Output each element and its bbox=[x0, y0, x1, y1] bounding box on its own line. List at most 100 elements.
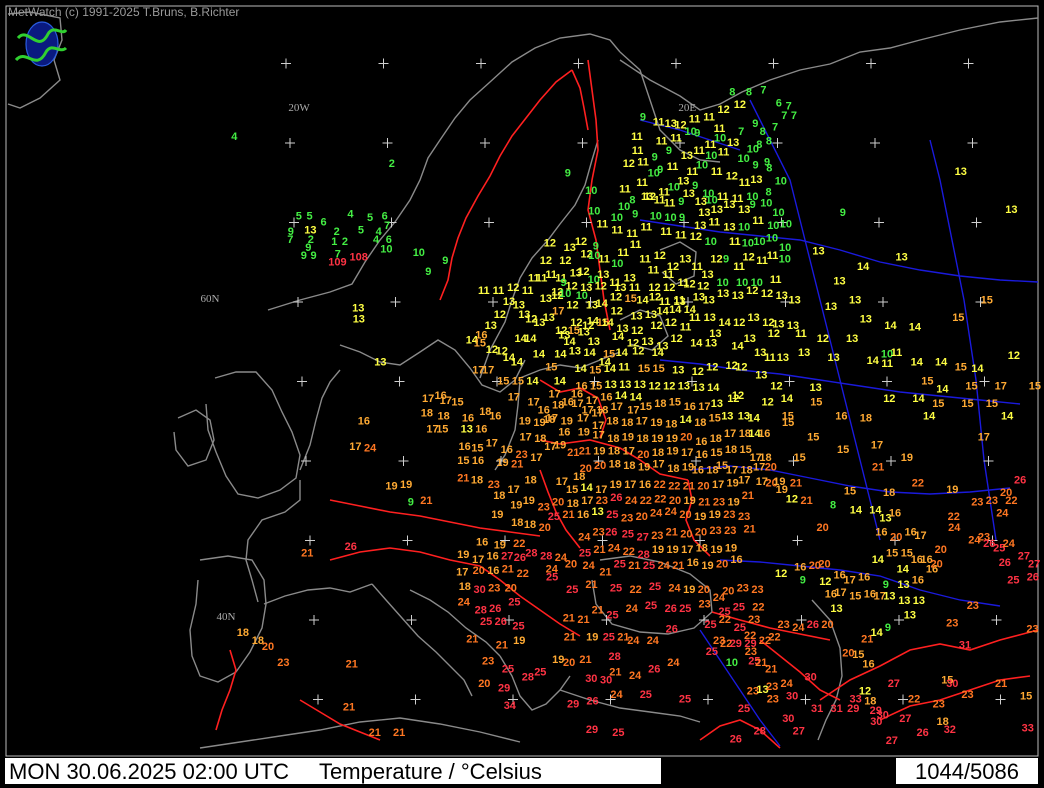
station-temp: 13 bbox=[825, 301, 837, 313]
station-temp: 10 bbox=[611, 212, 623, 224]
station-temp: 11 bbox=[770, 274, 782, 286]
station-temp: 20 bbox=[931, 559, 943, 571]
station-temp: 27 bbox=[1028, 559, 1040, 571]
station-temp: 12 bbox=[817, 333, 829, 345]
station-temp: 8 bbox=[629, 194, 635, 206]
station-temp: 10 bbox=[760, 198, 772, 210]
station-temp: 13 bbox=[619, 379, 631, 391]
station-temp: 27 bbox=[637, 532, 649, 544]
station-temp: 15 bbox=[474, 338, 486, 350]
station-temp: 12 bbox=[706, 361, 718, 373]
station-temp: 30 bbox=[585, 673, 597, 685]
station-temp: 13 bbox=[830, 603, 842, 615]
station-temp: 17 bbox=[440, 395, 452, 407]
station-temp: 16 bbox=[577, 509, 589, 521]
station-temp: 11 bbox=[711, 166, 723, 178]
station-temp: 23 bbox=[621, 512, 633, 524]
station-temp: 17 bbox=[995, 380, 1007, 392]
station-temp: 17 bbox=[582, 404, 594, 416]
station-temp: 24 bbox=[792, 622, 805, 634]
station-temp: 13 bbox=[694, 220, 706, 232]
station-temp: 14 bbox=[909, 322, 922, 334]
station-temp: 15 bbox=[653, 363, 665, 375]
station-temp: 29 bbox=[498, 683, 510, 695]
station-temp: 14 bbox=[554, 349, 567, 361]
station-temp: 11 bbox=[637, 156, 649, 168]
station-temp: 21 bbox=[577, 614, 589, 626]
station-temp: 13 bbox=[721, 411, 733, 423]
station-temp: 9 bbox=[885, 622, 891, 634]
station-temp: 11 bbox=[693, 145, 705, 157]
station-temp: 18 bbox=[609, 458, 621, 470]
station-temp: 10 bbox=[717, 277, 729, 289]
station-temp: 16 bbox=[639, 479, 651, 491]
station-temp: 5 bbox=[358, 225, 364, 237]
station-temp: 23 bbox=[961, 689, 973, 701]
station-temp: 13 bbox=[570, 268, 582, 280]
station-temp: 21 bbox=[346, 659, 358, 671]
station-temp: 19 bbox=[586, 632, 598, 644]
station-temp: 21 bbox=[420, 495, 432, 507]
station-temp: 10 bbox=[588, 206, 600, 218]
station-temp: 13 bbox=[709, 328, 721, 340]
station-temp: 22 bbox=[668, 481, 680, 493]
station-temp: 9 bbox=[657, 164, 663, 176]
station-temp: 25 bbox=[579, 547, 591, 559]
station-temp: 14 bbox=[936, 384, 949, 396]
station-temp: 4 bbox=[373, 234, 380, 246]
station-temp: 24 bbox=[781, 678, 794, 690]
station-temp: 19 bbox=[622, 431, 634, 443]
station-temp: 22 bbox=[912, 477, 924, 489]
coord-label: 60N bbox=[201, 293, 220, 305]
station-temp: 13 bbox=[846, 333, 858, 345]
station-temp: 15 bbox=[669, 396, 681, 408]
station-temp: 11 bbox=[632, 145, 644, 157]
station-temp: 13 bbox=[777, 352, 789, 364]
station-temp: 16 bbox=[858, 571, 870, 583]
station-temp: 13 bbox=[641, 191, 653, 203]
station-temp: 16 bbox=[758, 428, 770, 440]
station-temp: 26 bbox=[666, 624, 678, 636]
station-temp: 24 bbox=[948, 522, 961, 534]
station-temp: 24 bbox=[650, 508, 663, 520]
station-temp: 13 bbox=[750, 174, 762, 186]
station-temp: 18 bbox=[525, 474, 537, 486]
station-temp: 26 bbox=[1014, 474, 1026, 486]
station-temp: 13 bbox=[798, 347, 810, 359]
station-temp: 24 bbox=[1003, 538, 1016, 550]
station-temp: 24 bbox=[610, 689, 623, 701]
station-temp: 19 bbox=[682, 462, 694, 474]
station-temp: 20 bbox=[716, 559, 728, 571]
station-temp: 30 bbox=[474, 584, 486, 596]
station-temp: 13 bbox=[540, 293, 552, 305]
station-temp: 13 bbox=[833, 276, 845, 288]
station-temp: 27 bbox=[886, 735, 898, 747]
station-temp: 17 bbox=[724, 428, 736, 440]
station-temp: 21 bbox=[343, 702, 355, 714]
station-temp: 13 bbox=[860, 314, 872, 326]
station-temp: 20 bbox=[680, 528, 692, 540]
station-temp: 16 bbox=[696, 449, 708, 461]
weather-map[interactable]: 20W20E60E60N40N 429556456913254772124699… bbox=[0, 0, 1044, 788]
station-temp: 13 bbox=[353, 314, 365, 326]
station-temp: 16 bbox=[472, 455, 484, 467]
station-temp: 23 bbox=[748, 614, 760, 626]
station-temp: 20 bbox=[505, 582, 517, 594]
station-temp: 20 bbox=[478, 678, 490, 690]
station-temp: 12 bbox=[649, 380, 661, 392]
station-temp: 16 bbox=[489, 411, 501, 423]
station-temp: 4 bbox=[231, 131, 238, 143]
station-temp: 108 bbox=[350, 252, 368, 264]
station-temp: 14 bbox=[680, 414, 693, 426]
station-temp: 10 bbox=[706, 194, 718, 206]
station-temp: 23 bbox=[967, 600, 979, 612]
station-temp: 9 bbox=[311, 250, 317, 262]
station-temp: 12 bbox=[727, 393, 739, 405]
station-temp: 18 bbox=[667, 463, 679, 475]
station-temp: 16 bbox=[862, 659, 874, 671]
station-temp: 25 bbox=[1007, 574, 1019, 586]
station-temp: 10 bbox=[714, 132, 726, 144]
station-temp: 17 bbox=[750, 452, 762, 464]
station-temp: 21 bbox=[563, 613, 575, 625]
station-temp: 13 bbox=[723, 221, 735, 233]
